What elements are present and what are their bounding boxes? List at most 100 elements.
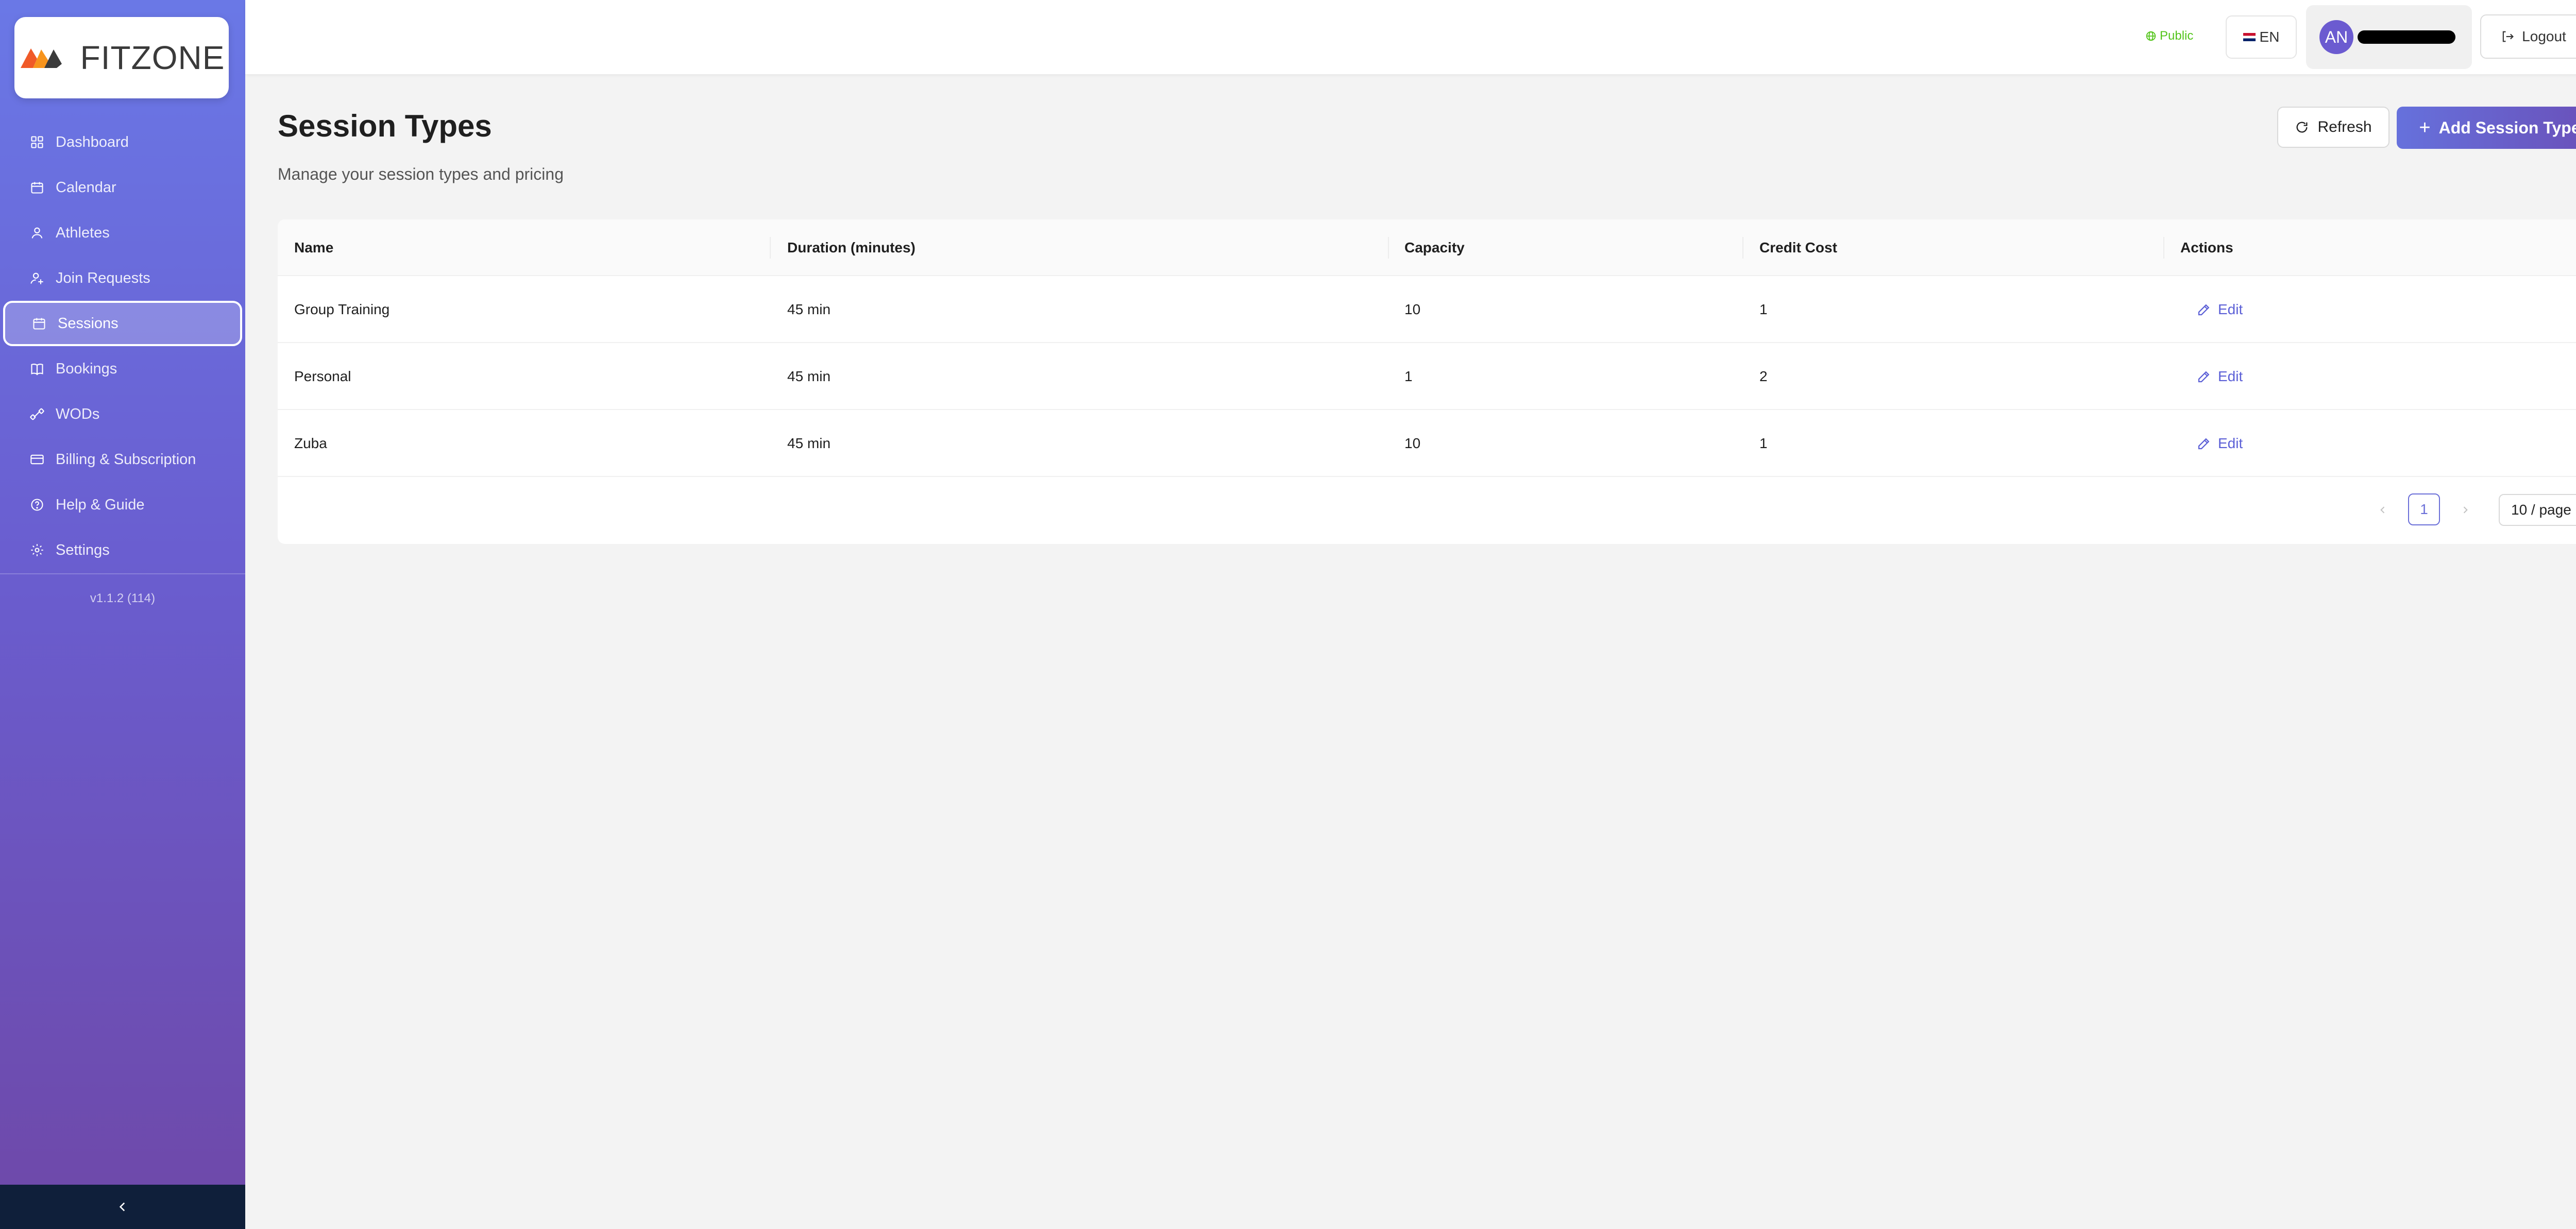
pagination-page-1[interactable]: 1 [2408,493,2440,525]
cell-name: Group Training [294,301,390,317]
sidebar-item-label: Bookings [56,360,117,377]
edit-icon [2198,438,2210,450]
logo-text: FITZONE [80,39,225,76]
sidebar-item-settings[interactable]: Settings [3,527,242,573]
sidebar-item-label: Calendar [56,179,116,196]
cell-name: Zuba [294,435,327,451]
sidebar-collapse-button[interactable] [0,1185,245,1229]
column-separator [2163,237,2164,259]
sidebar-item-join-requests[interactable]: Join Requests [3,255,242,301]
sidebar-item-label: Help & Guide [56,496,145,513]
dashboard-icon [29,134,45,150]
cell-duration: 45 min [787,435,831,451]
edit-button[interactable]: Edit [2196,276,2243,343]
cell-credit-cost: 1 [1759,301,1768,317]
session-types-table: Name Duration (minutes) Capacity Credit … [278,219,2576,544]
dumbbell-icon [29,406,45,422]
cell-duration: 45 min [787,368,831,384]
sidebar-item-sessions[interactable]: Sessions [3,301,242,346]
sidebar-divider [0,573,245,574]
refresh-icon [2296,122,2308,133]
sidebar-item-label: Billing & Subscription [56,451,196,468]
sidebar-item-label: Sessions [58,315,118,332]
sidebar-item-label: Athletes [56,224,110,241]
table-row: Group Training 45 min 10 1 Edit [278,276,2576,343]
sidebar-item-calendar[interactable]: Calendar [3,165,242,210]
table-row: Personal 45 min 1 2 Edit [278,343,2576,410]
sidebar-item-dashboard[interactable]: Dashboard [3,120,242,165]
language-label: EN [2259,29,2280,45]
page-size-label: 10 / page [2511,502,2571,518]
globe-icon [2146,31,2156,41]
edit-button[interactable]: Edit [2196,343,2243,410]
sidebar-item-label: Settings [56,541,110,558]
chevron-left-icon [2380,506,2385,514]
logout-icon [2502,31,2514,42]
cell-duration: 45 min [787,301,831,317]
public-status-badge: Public [2145,29,2193,43]
edit-label: Edit [2218,435,2243,451]
user-icon [29,225,45,241]
cell-credit-cost: 2 [1759,368,1768,384]
logout-button[interactable]: Logout [2480,14,2576,59]
refresh-button[interactable]: Refresh [2277,107,2389,148]
refresh-label: Refresh [2317,118,2372,135]
language-selector[interactable]: EN [2226,15,2297,59]
page-title: Session Types [278,109,492,143]
public-label: Public [2160,29,2194,43]
edit-icon [2198,304,2210,316]
column-separator [1742,237,1743,259]
cell-name: Personal [294,368,351,384]
logo[interactable]: FITZONE [14,17,229,98]
pagination-prev-button[interactable] [2372,494,2393,525]
cell-capacity: 10 [1404,301,1421,317]
question-icon [29,497,45,513]
redacted-username [2358,30,2455,44]
book-icon [29,361,45,377]
user-menu[interactable]: AN [2306,5,2472,69]
cell-credit-cost: 1 [1759,435,1768,451]
user-add-icon [29,270,45,286]
table-header: Name Duration (minutes) Capacity Credit … [278,219,2576,276]
column-separator [770,237,771,259]
gear-icon [29,542,45,558]
flag-icon [2243,33,2256,41]
logo-mark-icon [20,48,62,68]
sidebar-item-billing[interactable]: Billing & Subscription [3,437,242,482]
sidebar-nav: Dashboard Calendar Athletes Join Request… [0,120,245,573]
sidebar-item-label: Dashboard [56,133,129,150]
page-subtitle: Manage your session types and pricing [278,165,564,183]
calendar-icon [29,179,45,196]
column-header-name: Name [294,240,334,255]
sidebar-item-athletes[interactable]: Athletes [3,210,242,255]
sidebar-item-wods[interactable]: WODs [3,391,242,437]
sidebar-item-help[interactable]: Help & Guide [3,482,242,527]
credit-card-icon [29,451,45,468]
sidebar: FITZONE Dashboard Calendar Athletes Join… [0,0,245,1229]
avatar: AN [2319,20,2353,54]
column-header-credit-cost: Credit Cost [1759,240,1837,255]
app-version: v1.1.2 (114) [90,591,156,605]
sidebar-item-bookings[interactable]: Bookings [3,346,242,391]
plus-icon: + [2419,116,2431,139]
cell-capacity: 1 [1404,368,1413,384]
column-header-duration: Duration (minutes) [787,240,916,255]
cell-capacity: 10 [1404,435,1421,451]
column-header-capacity: Capacity [1404,240,1465,255]
column-separator [1388,237,1389,259]
edit-label: Edit [2218,301,2243,317]
column-header-actions: Actions [2180,240,2233,255]
chevron-left-icon [119,1202,125,1211]
edit-button[interactable]: Edit [2196,410,2243,477]
add-label: Add Session Type [2438,118,2576,137]
pagination-next-button[interactable] [2455,494,2476,525]
table-row: Zuba 45 min 10 1 Edit [278,410,2576,477]
edit-label: Edit [2218,368,2243,384]
page-size-select[interactable]: 10 / page ⌄ [2499,494,2576,526]
chevron-right-icon [2463,506,2468,514]
sidebar-item-label: WODs [56,405,100,422]
sidebar-item-label: Join Requests [56,269,150,286]
calendar-icon [31,315,47,332]
logout-label: Logout [2522,28,2566,44]
add-session-type-button[interactable]: + Add Session Type [2397,107,2576,149]
